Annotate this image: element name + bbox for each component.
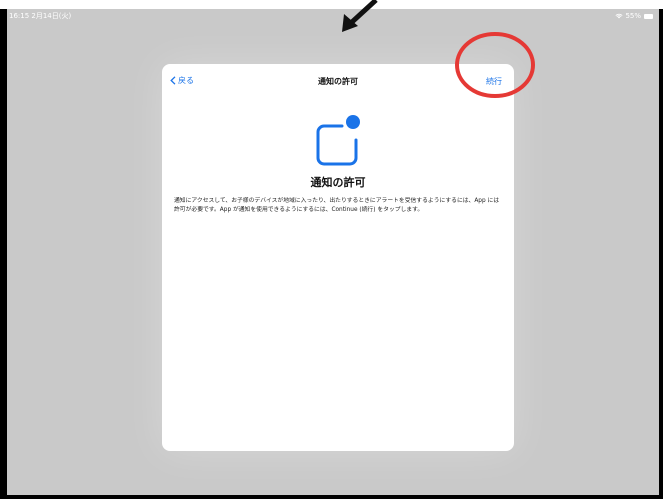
battery-icon bbox=[644, 13, 653, 19]
notification-badge-icon bbox=[316, 115, 360, 166]
battery-percent: 55% bbox=[625, 12, 641, 20]
ipad-screen: 16:15 2月14日(火) 55% 戻る 通知の許可 続行 通知の許可 通知に… bbox=[7, 9, 659, 495]
ipad-frame: 16:15 2月14日(火) 55% 戻る 通知の許可 続行 通知の許可 通知に… bbox=[0, 9, 663, 499]
annotation-arrow-icon bbox=[342, 0, 378, 32]
wifi-icon bbox=[615, 13, 623, 19]
content-description: 通知にアクセスして、お子様のデバイスが地域に入ったり、出たりするときにアラートを… bbox=[174, 198, 500, 213]
annotation-circle-highlight bbox=[455, 32, 535, 98]
content-title: 通知の許可 bbox=[310, 176, 366, 189]
status-time: 16:15 2月14日(火) bbox=[9, 12, 72, 20]
status-indicators: 55% bbox=[615, 9, 653, 23]
notification-permission-modal: 戻る 通知の許可 続行 通知の許可 通知にアクセスして、お子様のデバイスが地域に… bbox=[162, 64, 514, 451]
